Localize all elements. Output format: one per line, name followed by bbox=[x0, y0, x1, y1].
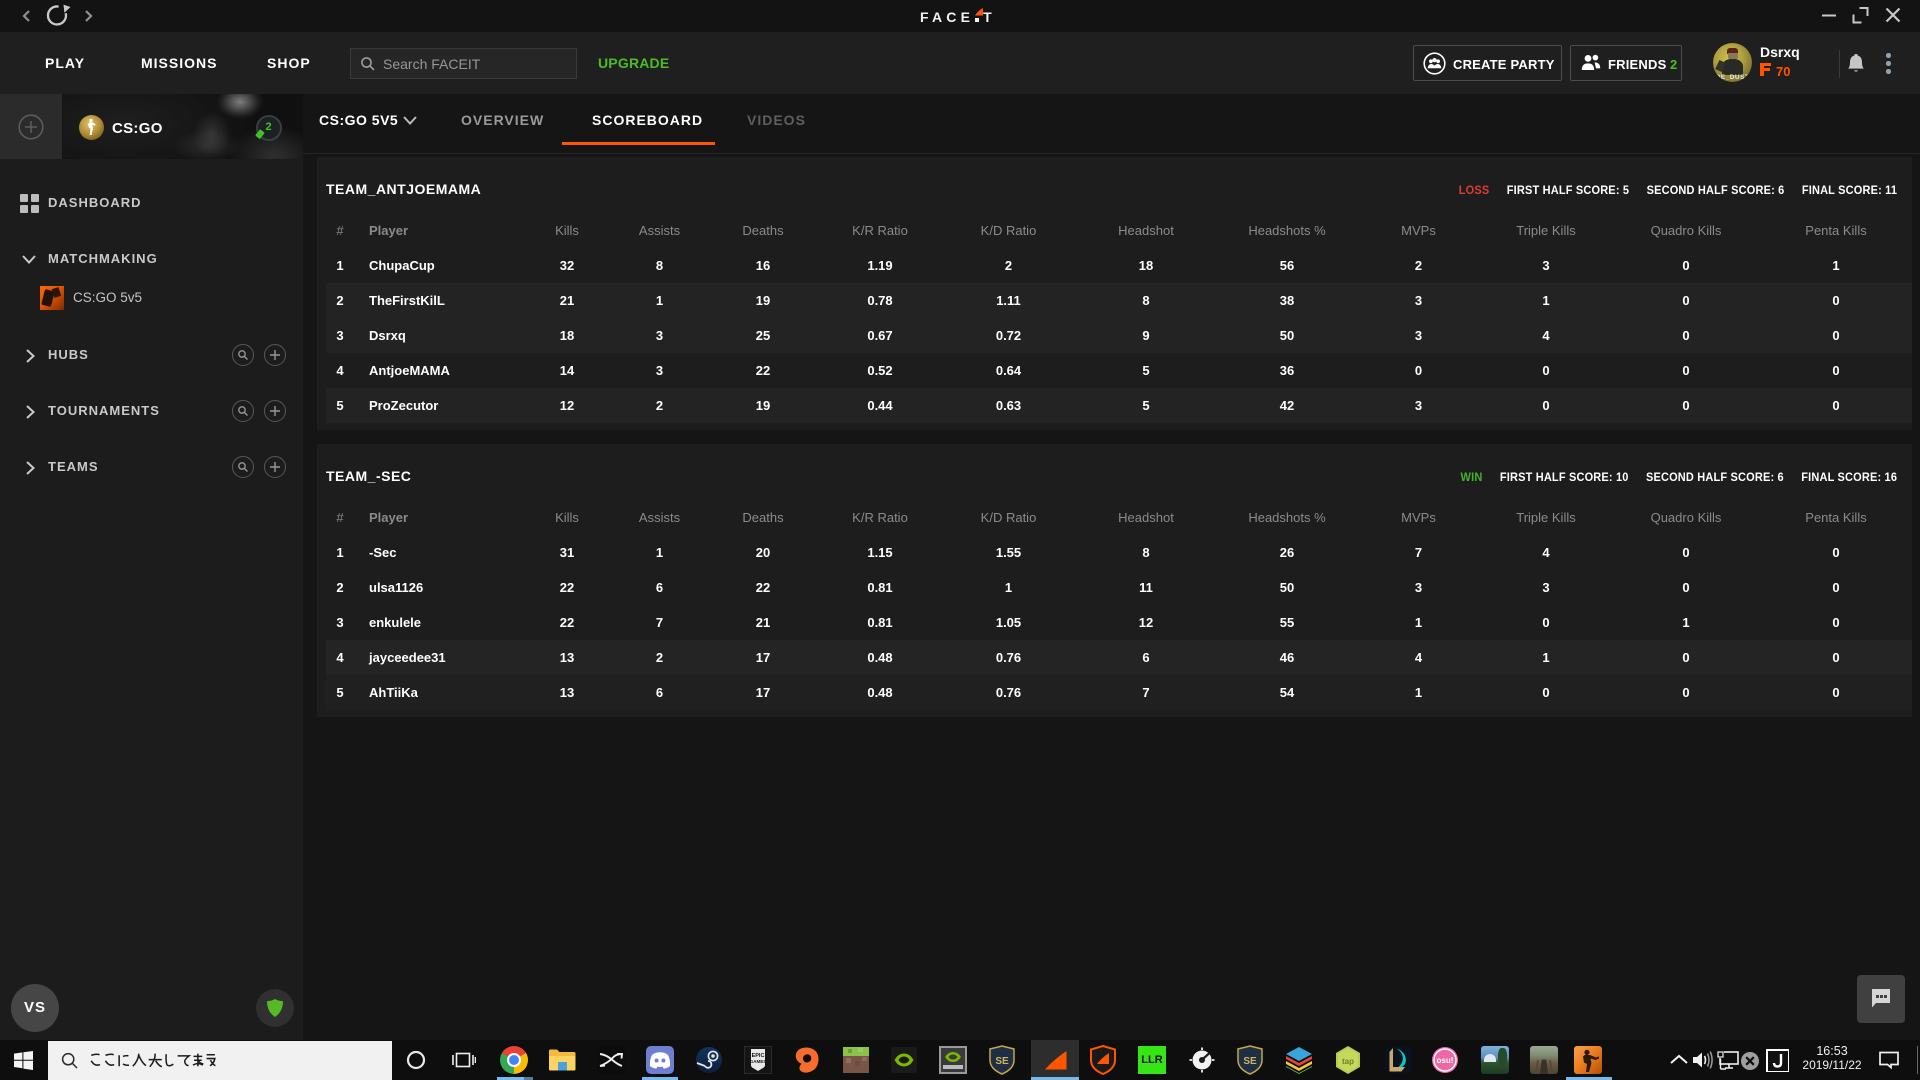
svg-text:SE: SE bbox=[1243, 1056, 1257, 1067]
svg-text:osu!: osu! bbox=[1437, 1056, 1454, 1065]
svg-text:GAMES: GAMES bbox=[750, 1059, 766, 1064]
svg-text:SE: SE bbox=[995, 1056, 1009, 1067]
svg-text:tap: tap bbox=[1342, 1057, 1354, 1066]
